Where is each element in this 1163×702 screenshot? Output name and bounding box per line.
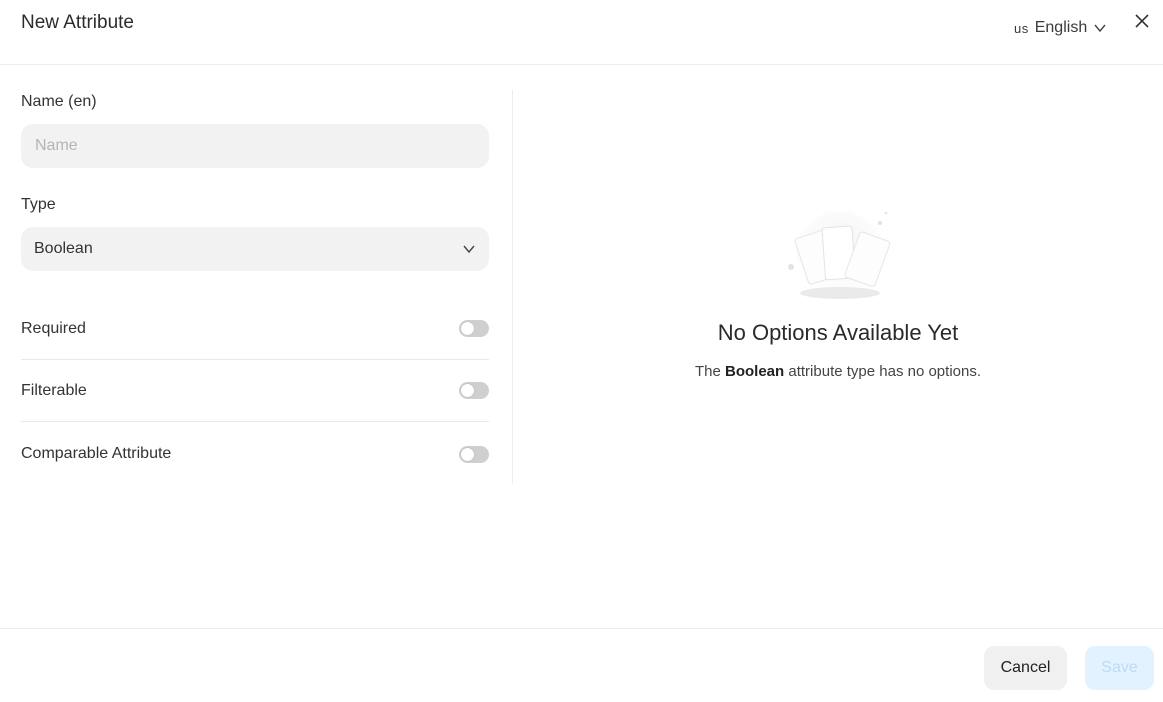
empty-state-title: No Options Available Yet bbox=[717, 320, 959, 345]
dialog-header: New Attribute us English bbox=[0, 0, 1163, 65]
name-input[interactable] bbox=[21, 124, 489, 168]
required-label: Required bbox=[21, 319, 86, 337]
toggle-knob bbox=[461, 322, 474, 335]
toggle-knob bbox=[461, 384, 474, 397]
language-label: English bbox=[1034, 19, 1088, 36]
filterable-row: Filterable bbox=[21, 360, 489, 422]
toggle-knob bbox=[461, 447, 474, 461]
comparable-row: Comparable Attribute bbox=[21, 423, 489, 485]
desc-type: Boolean bbox=[725, 363, 785, 380]
empty-cards-icon bbox=[788, 211, 891, 299]
type-selected-value: Boolean bbox=[34, 240, 93, 257]
close-icon[interactable] bbox=[1132, 12, 1152, 32]
comparable-toggle[interactable] bbox=[459, 445, 489, 463]
comparable-label: Comparable Attribute bbox=[21, 445, 172, 462]
desc-prefix: The bbox=[694, 363, 721, 380]
cancel-button[interactable]: Cancel bbox=[984, 646, 1067, 690]
required-row: Required bbox=[21, 298, 489, 360]
name-field-label: Name (en) bbox=[21, 93, 97, 110]
desc-suffix: attribute type has no options. bbox=[788, 363, 982, 380]
save-button[interactable]: Save bbox=[1085, 646, 1154, 690]
panel-divider bbox=[512, 90, 513, 484]
language-selector[interactable]: us English bbox=[1014, 19, 1107, 37]
filterable-label: Filterable bbox=[21, 381, 87, 399]
chevron-down-icon bbox=[463, 245, 475, 254]
filterable-toggle[interactable] bbox=[459, 382, 489, 399]
dialog-title: New Attribute bbox=[21, 12, 134, 33]
flag-icon: us bbox=[1014, 20, 1029, 36]
required-toggle[interactable] bbox=[459, 320, 489, 337]
type-select[interactable]: Boolean bbox=[21, 227, 489, 271]
type-field-label: Type bbox=[21, 196, 56, 213]
chevron-down-icon bbox=[1094, 24, 1106, 33]
empty-state-description: The Boolean attribute type has no option… bbox=[513, 363, 1163, 380]
